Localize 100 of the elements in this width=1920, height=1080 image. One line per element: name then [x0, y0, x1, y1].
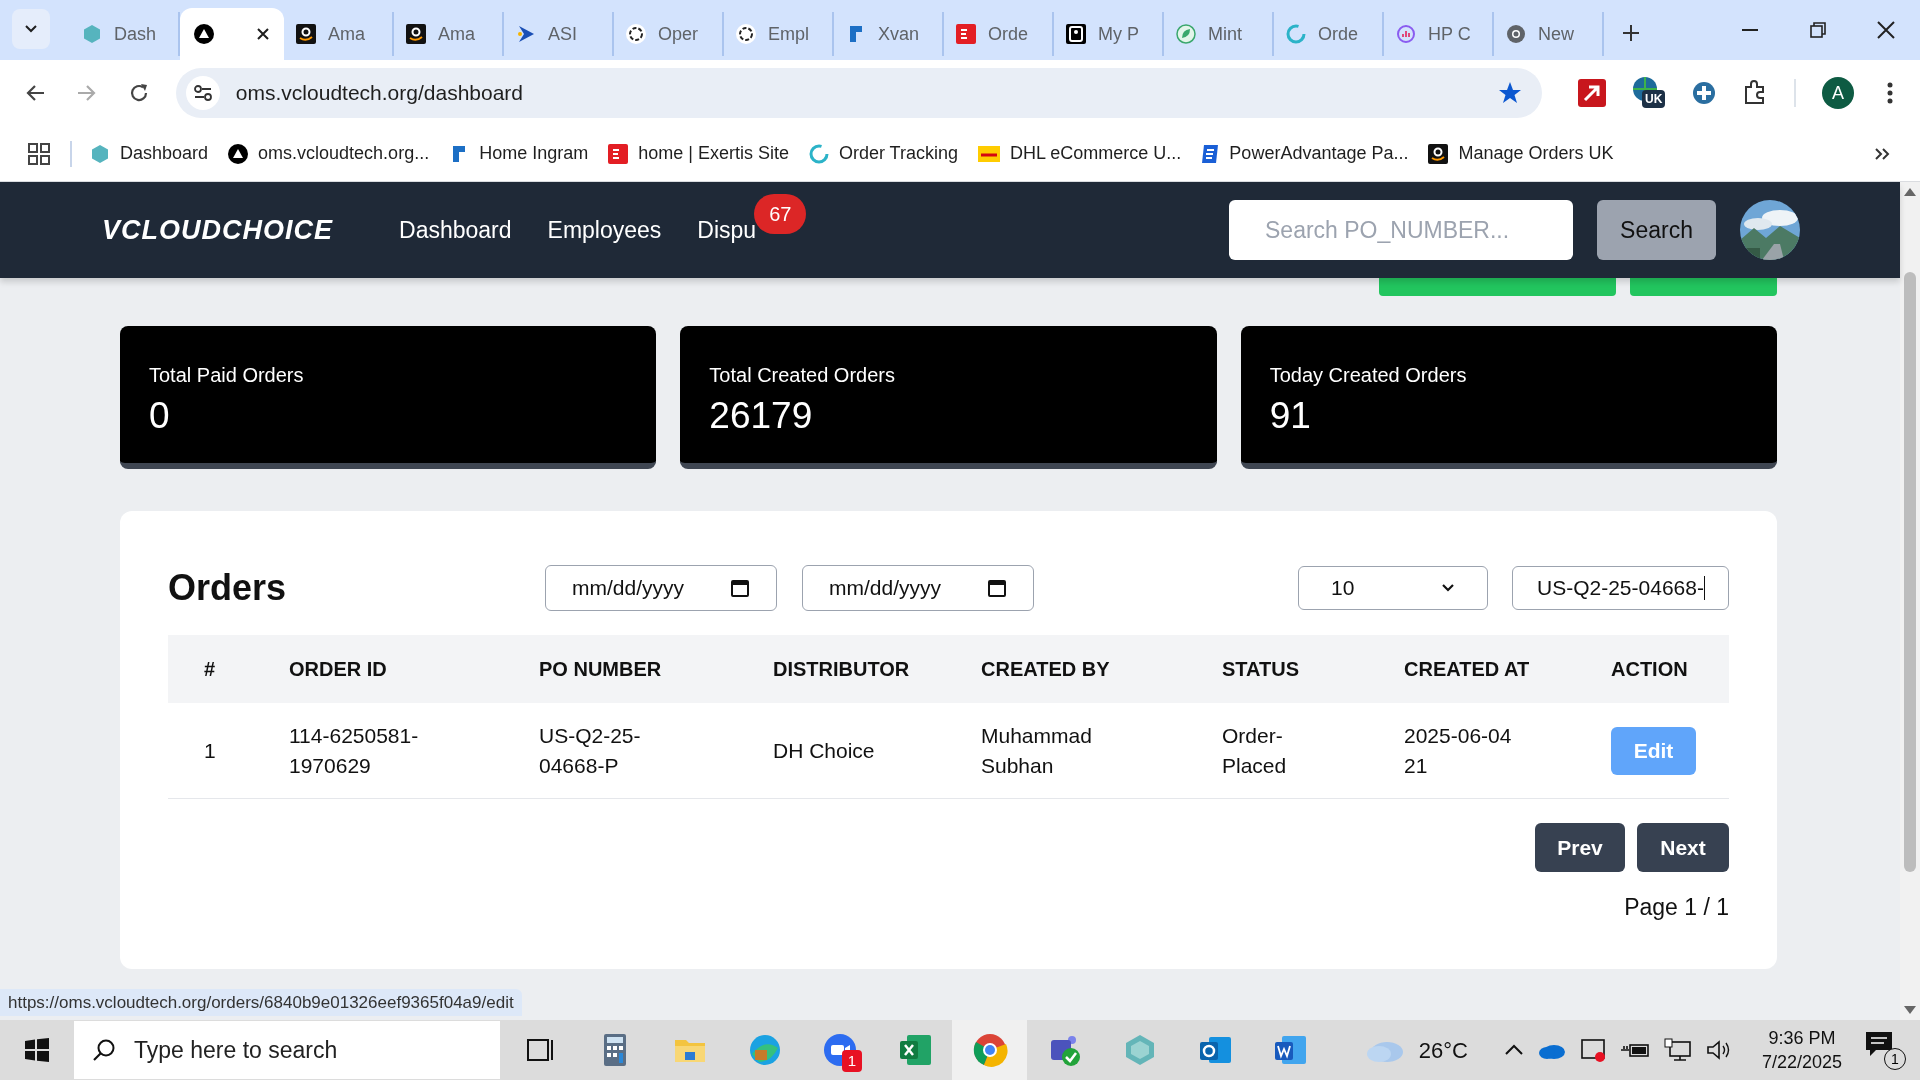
- browser-tab[interactable]: ASI: [504, 12, 614, 56]
- prev-button[interactable]: Prev: [1535, 823, 1625, 872]
- bookmark-link[interactable]: Home Ingram: [479, 140, 589, 167]
- browser-tab[interactable]: [180, 8, 284, 60]
- browser-tab[interactable]: My P: [1054, 12, 1164, 56]
- column-header: PO NUMBER: [539, 657, 662, 682]
- nav-link[interactable]: Employees: [547, 216, 662, 243]
- clock-date: 7/22/2025: [1761, 1051, 1842, 1074]
- bookmark-link[interactable]: PowerAdvantage Pa...: [1229, 140, 1409, 167]
- plus-icon: [1622, 24, 1640, 42]
- cross-circle-icon: [1692, 81, 1716, 105]
- count-badge: 67: [754, 193, 807, 234]
- speaker-icon: [1705, 1038, 1732, 1062]
- nav-link[interactable]: Dashboard: [399, 216, 512, 243]
- calendar-icon: [987, 578, 1007, 598]
- browser-tab[interactable]: HP C: [1384, 12, 1494, 56]
- bars-icon: [1396, 24, 1416, 44]
- globe-icon: [1506, 24, 1526, 44]
- bookmark-link[interactable]: home | Exertis Site: [638, 140, 789, 167]
- profile-avatar[interactable]: A: [1822, 77, 1854, 109]
- reload-icon: [128, 83, 149, 103]
- stat-label: Total Created Orders: [709, 363, 896, 388]
- stat-value: 91: [1269, 394, 1312, 438]
- chrome-icon: [971, 1032, 1008, 1068]
- date-field[interactable]: mm/dd/yyyy: [545, 565, 777, 611]
- hexagon-icon: [82, 24, 102, 44]
- close-icon: [1877, 21, 1895, 39]
- stat-label: Today Created Orders: [1269, 363, 1468, 388]
- site-settings-icon[interactable]: [185, 76, 220, 110]
- restore-icon: [1810, 22, 1826, 38]
- column-header: ACTION: [1611, 657, 1688, 682]
- bookmark-link[interactable]: Order Tracking: [838, 140, 958, 167]
- table-cell-text: 114-6250581-1970629: [289, 722, 420, 779]
- page-size-select[interactable]: 10: [1298, 566, 1488, 610]
- knot-icon: [736, 24, 756, 44]
- next-button[interactable]: Next: [1637, 823, 1729, 872]
- browser-tab[interactable]: Oper: [614, 12, 724, 56]
- column-header: CREATED BY: [981, 657, 1110, 682]
- ring-icon: [808, 143, 829, 164]
- browser-tab[interactable]: Orde: [1274, 12, 1384, 56]
- bookmark-link[interactable]: DHL eCommerce U...: [1010, 140, 1182, 167]
- taskbar-search-field[interactable]: Type here to search: [74, 1021, 500, 1079]
- play-icon: [516, 24, 536, 44]
- knot-icon: [626, 24, 646, 44]
- minimize-icon: [1742, 29, 1758, 31]
- browser-tab[interactable]: Empl: [724, 12, 834, 56]
- address-bar[interactable]: oms.vcloudtech.org/dashboard: [175, 68, 1542, 118]
- forward-arrow-icon: [76, 84, 97, 102]
- bookmark-star-icon: [1498, 81, 1522, 105]
- back-arrow-icon: [24, 84, 45, 102]
- column-header: #: [203, 657, 216, 682]
- apps-button[interactable]: [26, 140, 52, 167]
- close-icon: [256, 27, 270, 41]
- browser-tab[interactable]: Ama: [284, 12, 394, 56]
- table-cell-text: DH Choice: [773, 737, 876, 764]
- column-header: ORDER ID: [289, 657, 387, 682]
- search-button[interactable]: Search: [1597, 200, 1716, 260]
- up-arrow-icon: [1904, 188, 1916, 196]
- smile-icon: [296, 24, 316, 44]
- scrollbar-thumb[interactable]: [1904, 272, 1916, 872]
- clock-time: 9:36 PM: [1768, 1027, 1836, 1050]
- bookmark-link[interactable]: Dashboard: [120, 140, 209, 167]
- double-chevron-icon: [1874, 146, 1890, 161]
- windows-icon: [25, 1038, 49, 1062]
- order-search-field[interactable]: US-Q2-25-04668-: [1512, 566, 1729, 610]
- search-icon: [92, 1038, 116, 1062]
- label-icon: [978, 145, 1000, 162]
- notification-count: 1: [1884, 1048, 1906, 1070]
- stat-value: 26179: [709, 394, 814, 438]
- browser-tab[interactable]: New: [1494, 12, 1604, 56]
- date-field[interactable]: mm/dd/yyyy: [802, 565, 1034, 611]
- ring-icon: [1286, 24, 1306, 44]
- search-field[interactable]: Search PO_NUMBER...: [1229, 200, 1573, 260]
- table-cell-text: 1: [203, 737, 217, 764]
- browser-tab[interactable]: Orde: [944, 12, 1054, 56]
- sliders-icon: [193, 85, 212, 101]
- caret-up-icon: [1503, 1044, 1524, 1056]
- square-icon: [956, 24, 976, 44]
- column-header: STATUS: [1222, 657, 1300, 682]
- calendar-icon: [730, 578, 750, 598]
- nav-link[interactable]: Dispu: [697, 216, 757, 243]
- grid-icon: [28, 142, 50, 165]
- document-icon: [1201, 143, 1220, 164]
- stat-value: 0: [149, 394, 171, 438]
- orders-title: Orders: [168, 566, 288, 610]
- table-cell-text: Muhammad Subhan: [981, 722, 1093, 779]
- column-header: DISTRIBUTOR: [773, 657, 910, 682]
- url-text: oms.vcloudtech.org/dashboard: [235, 80, 524, 107]
- chevron-down-icon: [24, 24, 38, 34]
- square-icon: [608, 143, 629, 164]
- browser-tab[interactable]: Xvan: [834, 12, 944, 56]
- table-cell-text: US-Q2-25-04668-P: [539, 722, 642, 779]
- column-header: CREATED AT: [1404, 657, 1530, 682]
- smile-icon: [1428, 143, 1449, 164]
- more-icon: [1887, 82, 1893, 104]
- browser-tab[interactable]: Ama: [394, 12, 504, 56]
- bookmark-link[interactable]: Manage Orders UK: [1458, 140, 1614, 167]
- browser-tab[interactable]: Mint: [1164, 12, 1274, 56]
- bookmark-link[interactable]: oms.vcloudtech.org...: [258, 140, 430, 167]
- square-icon: [1066, 24, 1086, 44]
